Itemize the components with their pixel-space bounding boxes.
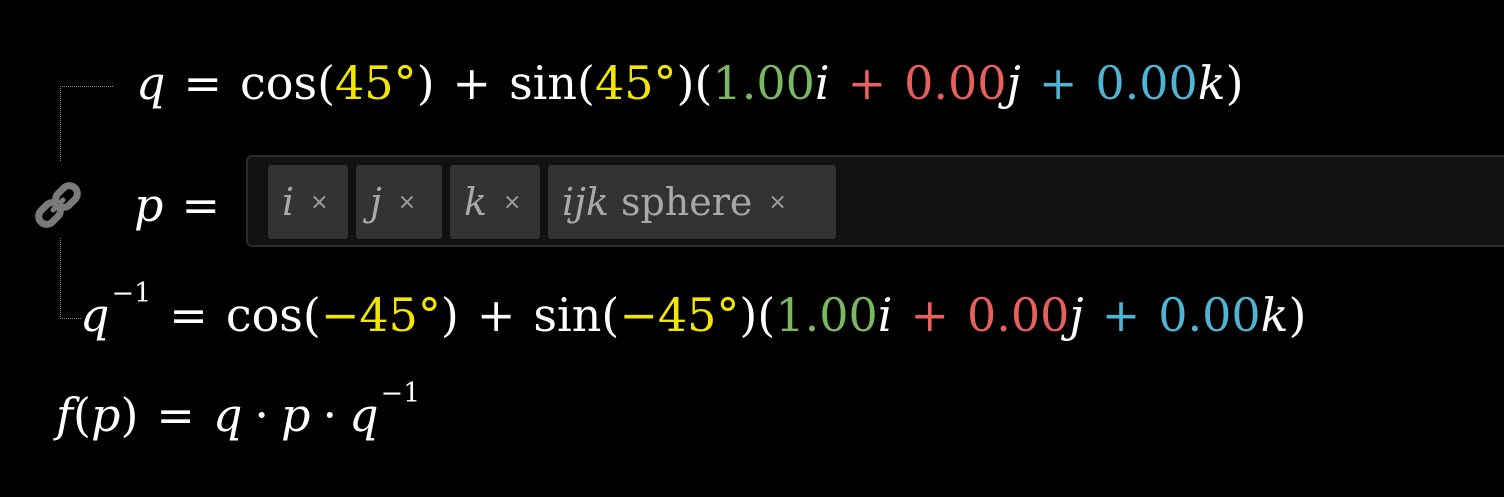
i-unit: i xyxy=(814,56,830,110)
equals-sign: = xyxy=(183,56,222,110)
link-connector-bottom xyxy=(60,238,81,319)
q-symbol: q xyxy=(136,56,166,110)
link-connector-top xyxy=(60,86,113,161)
right-paren: ) xyxy=(120,388,139,442)
k-coefficient: 0.00 xyxy=(1095,56,1198,110)
tag-remove-icon[interactable]: × xyxy=(398,190,416,215)
i-coefficient: 1.00 xyxy=(712,56,815,110)
p-tag-input[interactable]: i × j × k × ijk sphere × xyxy=(246,155,1504,247)
i-coefficient: 1.00 xyxy=(775,288,878,342)
right-paren: ) xyxy=(676,56,695,110)
angle-value: 45° xyxy=(594,56,677,110)
tag-j[interactable]: j × xyxy=(356,165,442,239)
rotation-function-expression[interactable]: f ( p ) = q · p · q −1 xyxy=(56,380,420,442)
dot-operator: · xyxy=(254,388,270,442)
equals-sign: = xyxy=(156,388,195,442)
plus-sign: + xyxy=(1101,288,1141,342)
q-symbol: q xyxy=(349,388,379,442)
left-paren: ( xyxy=(694,56,713,110)
k-coefficient: 0.00 xyxy=(1158,288,1261,342)
j-unit: j xyxy=(1069,288,1084,342)
plus-sign: + xyxy=(452,56,492,110)
j-coefficient: 0.00 xyxy=(904,56,1007,110)
p-symbol: p xyxy=(281,388,311,442)
left-paren: ( xyxy=(317,56,336,110)
tag-remove-icon[interactable]: × xyxy=(503,190,521,215)
tag-math: k xyxy=(464,180,488,224)
j-coefficient: 0.00 xyxy=(967,288,1070,342)
angle-value: 45° xyxy=(335,56,417,110)
tag-remove-icon[interactable]: × xyxy=(768,190,786,215)
tag-text: sphere xyxy=(620,180,753,224)
dot-operator: · xyxy=(322,388,338,442)
right-paren: ) xyxy=(739,288,758,342)
point-p-expression: p = xyxy=(134,182,238,228)
inverse-exponent: −1 xyxy=(380,377,421,409)
left-paren: ( xyxy=(73,388,91,442)
tag-math: ijk xyxy=(562,180,609,224)
equals-sign: = xyxy=(169,288,208,342)
i-unit: i xyxy=(877,288,893,342)
right-paren: ) xyxy=(1225,56,1244,110)
p-symbol: p xyxy=(90,388,121,442)
p-symbol: p xyxy=(134,178,164,232)
k-unit: k xyxy=(1197,56,1226,110)
cos-function: cos xyxy=(225,288,303,342)
angle-value: −45° xyxy=(619,288,740,342)
left-paren: ( xyxy=(757,288,776,342)
tag-math: j xyxy=(370,180,382,224)
equals-sign: = xyxy=(181,178,220,232)
left-paren: ( xyxy=(577,56,595,110)
plus-sign: + xyxy=(476,288,516,342)
plus-sign: + xyxy=(847,56,887,110)
inverse-exponent: −1 xyxy=(111,277,152,309)
q-symbol: q xyxy=(212,388,243,442)
k-unit: k xyxy=(1260,288,1289,342)
right-paren: ) xyxy=(416,56,435,110)
plus-sign: + xyxy=(1038,56,1078,110)
tag-i[interactable]: i × xyxy=(268,165,348,239)
quaternion-q-expression[interactable]: q = cos ( 45° ) + sin ( 45° ) ( 1.00 i +… xyxy=(136,60,1244,106)
tag-k[interactable]: k × xyxy=(450,165,540,239)
link-icon[interactable] xyxy=(30,180,86,230)
tag-ijk-sphere[interactable]: ijk sphere × xyxy=(548,165,836,239)
angle-value: −45° xyxy=(320,288,441,342)
left-paren: ( xyxy=(302,288,321,342)
right-paren: ) xyxy=(1288,288,1307,342)
plus-sign: + xyxy=(910,288,949,342)
tag-math: i xyxy=(282,180,295,224)
q-symbol: q xyxy=(80,288,110,342)
j-unit: j xyxy=(1006,56,1021,110)
sin-function: sin xyxy=(509,56,578,110)
left-paren: ( xyxy=(601,288,620,342)
cos-function: cos xyxy=(240,56,318,110)
quaternion-q-inverse-expression[interactable]: q −1 = cos ( −45° ) + sin ( −45° ) ( 1.0… xyxy=(80,280,1307,342)
f-symbol: f xyxy=(56,388,74,442)
sin-function: sin xyxy=(533,288,602,342)
right-paren: ) xyxy=(440,288,459,342)
tag-remove-icon[interactable]: × xyxy=(310,190,328,215)
